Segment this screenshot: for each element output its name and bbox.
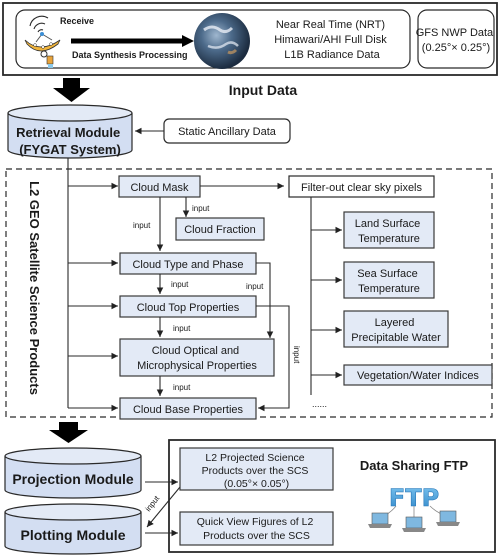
input-label-type-optical: input [246, 282, 264, 291]
plotting-module-label: Plotting Module [21, 527, 126, 543]
arrow-type-to-optical [256, 262, 274, 338]
veg-label: Vegetation/Water Indices [357, 370, 479, 382]
input-down-arrow [53, 78, 90, 102]
cloud-type-label: Cloud Type and Phase [132, 259, 243, 271]
flowchart: Receive Data Synthesis Processing Near R… [2, 2, 498, 555]
products-down-arrow [49, 422, 88, 443]
receive-label: Receive [60, 16, 94, 26]
products-vertical-title: L2 GEO Satellite Science Products [27, 181, 42, 395]
cloud-base-label: Cloud Base Properties [133, 404, 244, 416]
earth-globe-icon [194, 13, 250, 69]
data-sharing-ftp-title: Data Sharing FTP [360, 458, 469, 473]
gfs-box [417, 9, 495, 69]
input-label-optical-base: input [173, 383, 191, 392]
input-label-top-optical: input [173, 324, 191, 333]
input-label-top-base: input [292, 346, 301, 364]
input-data-caption: Input Data [229, 82, 298, 98]
static-ancillary-label: Static Ancillary Data [178, 126, 277, 138]
cloud-top-label: Cloud Top Properties [137, 302, 240, 314]
input-label-mask-type: input [133, 221, 151, 230]
nrt-text: Near Real Time (NRT) Himawari/AHI Full D… [274, 19, 390, 61]
input-label-fraction: input [192, 204, 210, 213]
cloud-mask-label: Cloud Mask [130, 182, 189, 194]
input-label-type-top: input [171, 280, 189, 289]
filter-clear-sky-label: Filter-out clear sky pixels [301, 182, 423, 194]
cloud-fraction-label: Cloud Fraction [184, 224, 256, 236]
input-label-plotting: input [143, 493, 161, 513]
more-products-ellipsis: ...... [312, 399, 327, 409]
projection-module-label: Projection Module [12, 471, 134, 487]
synthesis-label: Data Synthesis Processing [72, 50, 188, 60]
